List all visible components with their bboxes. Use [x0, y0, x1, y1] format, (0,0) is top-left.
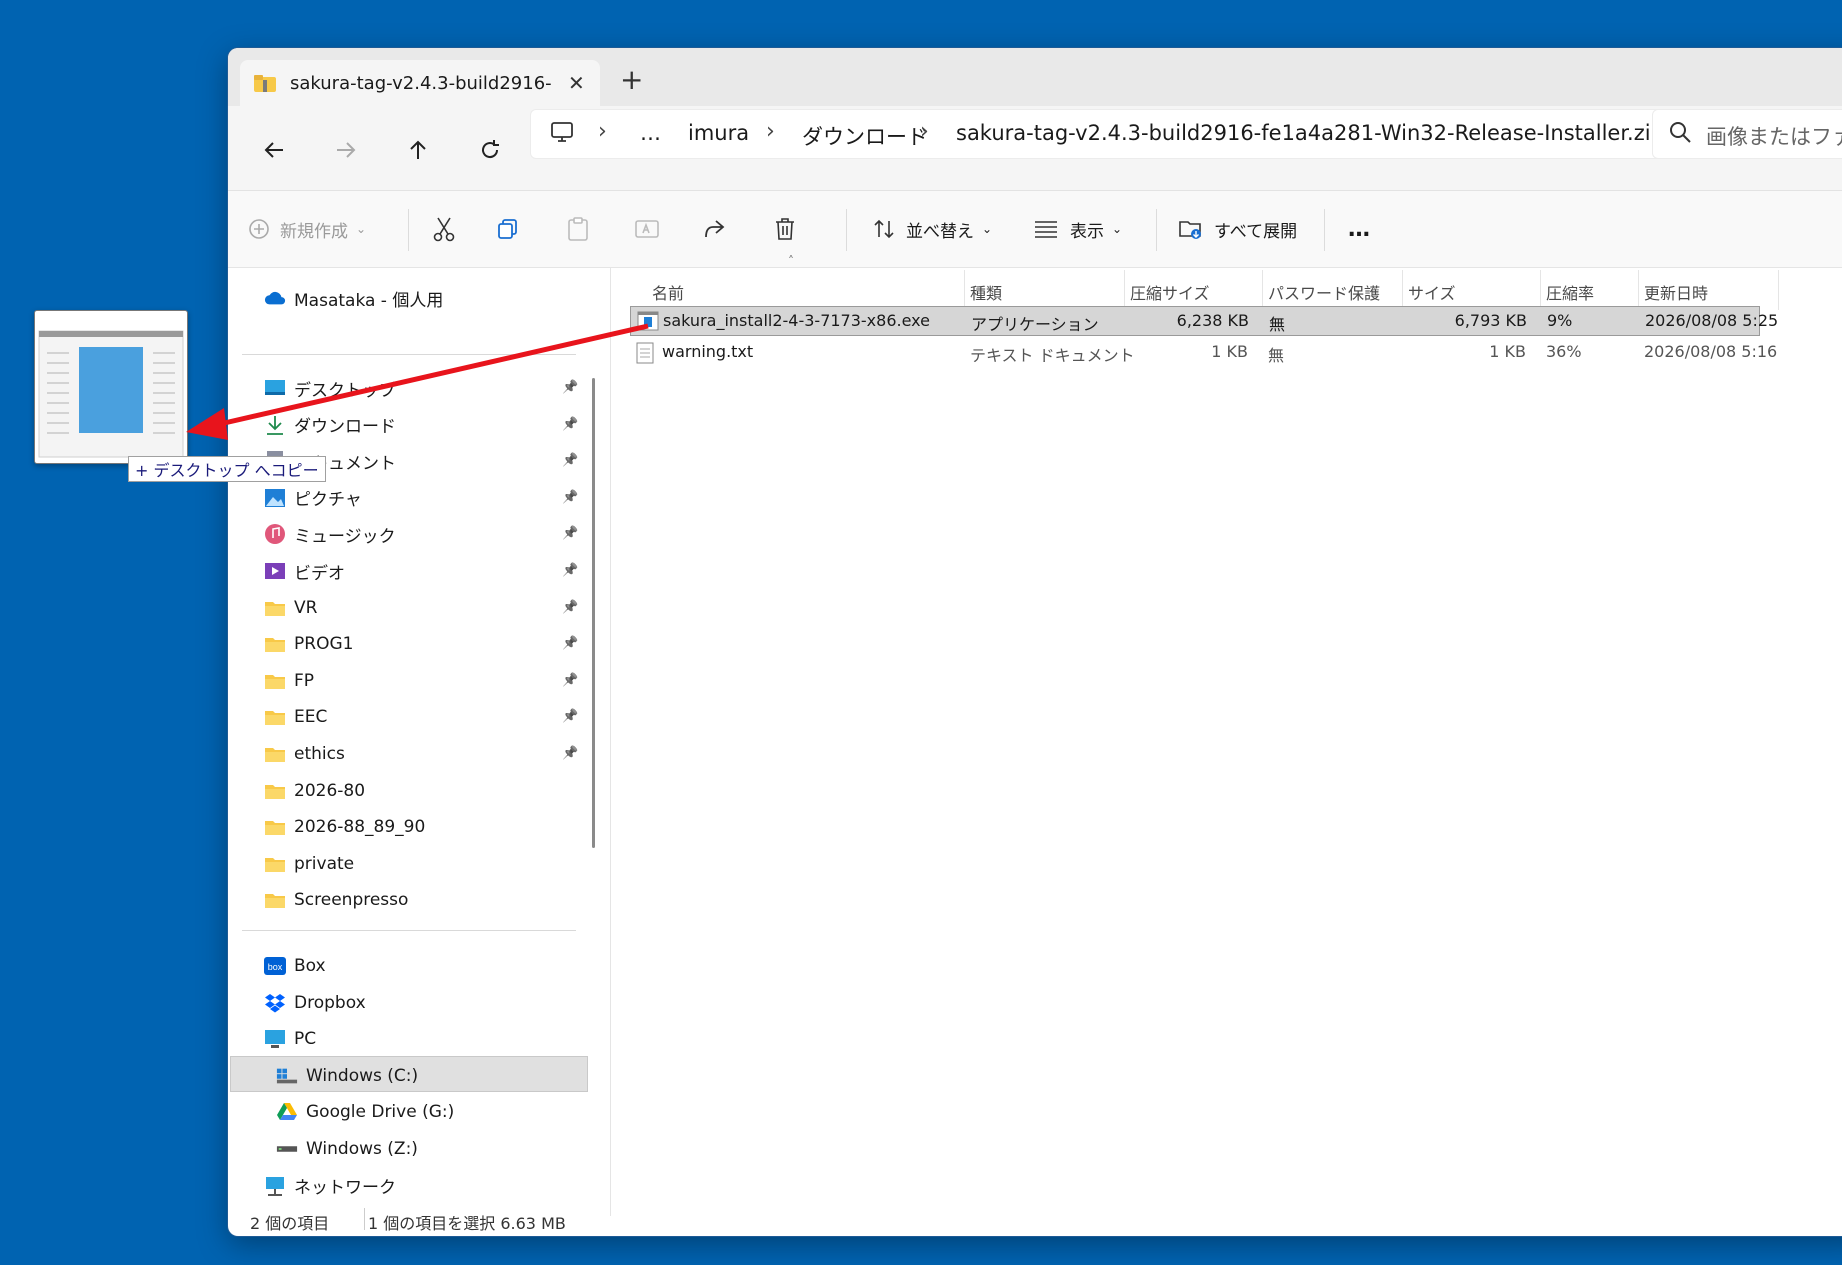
annotation-arrow: [186, 323, 649, 440]
